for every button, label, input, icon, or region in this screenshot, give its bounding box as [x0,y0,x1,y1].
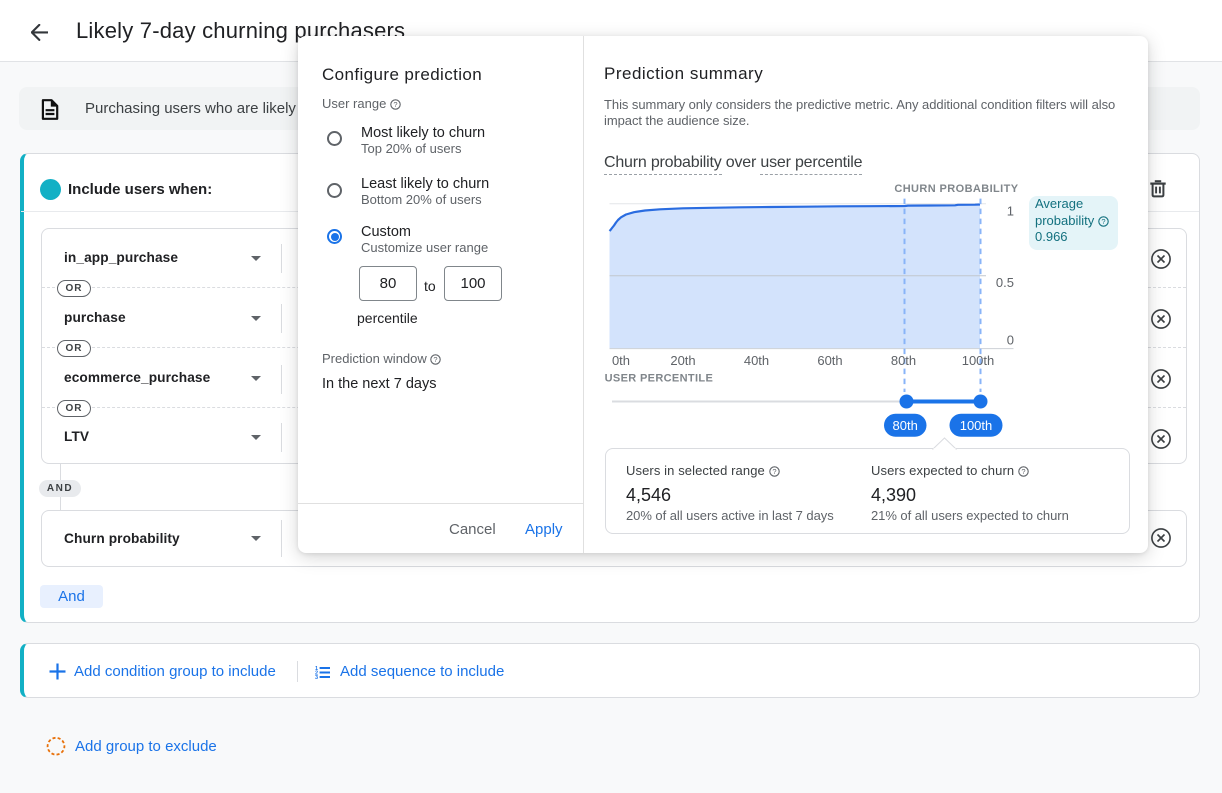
svg-text:0th: 0th [612,353,630,368]
svg-text:100th: 100th [960,418,993,433]
svg-text:?: ? [1101,217,1105,226]
svg-text:80th: 80th [891,353,916,368]
svg-text:20th: 20th [670,353,695,368]
svg-text:?: ? [1021,467,1025,476]
svg-text:CHURN PROBABILITY: CHURN PROBABILITY [894,183,1018,195]
svg-text:3: 3 [315,674,318,678]
svg-text:0.5: 0.5 [996,275,1014,290]
svg-text:100th: 100th [962,353,995,368]
svg-text:60th: 60th [817,353,842,368]
svg-text:?: ? [393,100,397,109]
svg-text:?: ? [772,467,776,476]
svg-text:USER PERCENTILE: USER PERCENTILE [605,373,714,385]
svg-text:?: ? [434,355,438,364]
svg-text:0: 0 [1007,333,1014,348]
svg-text:80th: 80th [893,418,918,433]
svg-text:1: 1 [1007,204,1014,219]
svg-text:40th: 40th [744,353,769,368]
